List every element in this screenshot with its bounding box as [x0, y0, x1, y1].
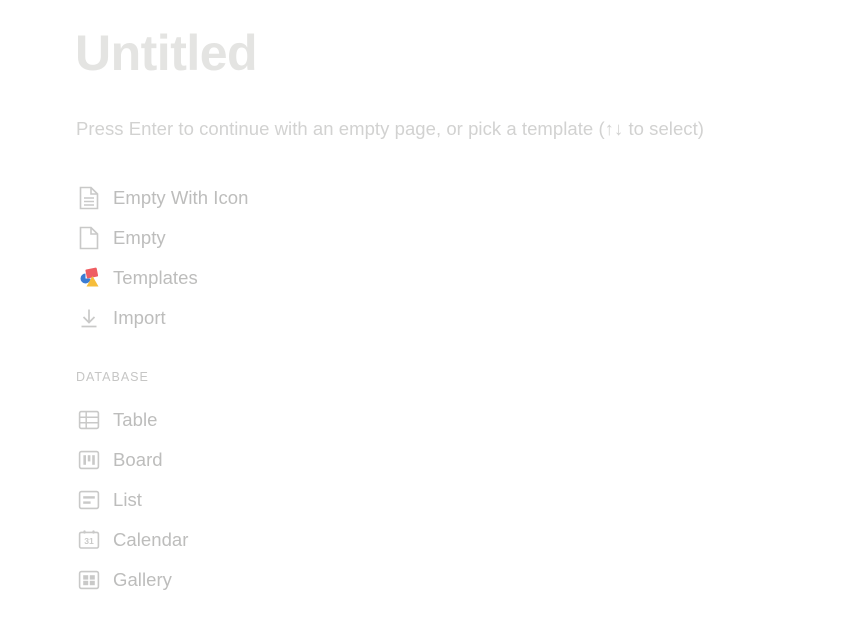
download-arrow-icon [76, 305, 102, 331]
database-section-header: DATABASE [76, 370, 149, 384]
option-label: Empty [113, 227, 166, 248]
database-option-gallery[interactable]: Gallery [76, 560, 496, 600]
templates-shapes-icon [76, 265, 102, 291]
option-import[interactable]: Import [76, 298, 496, 338]
option-label: Gallery [113, 569, 172, 590]
board-columns-icon [76, 447, 102, 473]
gallery-grid-icon [76, 567, 102, 593]
list-lines-icon [76, 487, 102, 513]
option-label: Templates [113, 267, 198, 288]
new-page-template-picker: Untitled Press Enter to continue with an… [0, 0, 857, 641]
option-label: List [113, 489, 142, 510]
calendar-31-icon: 31 [76, 527, 102, 553]
option-empty[interactable]: Empty [76, 218, 496, 258]
database-option-list[interactable]: List [76, 480, 496, 520]
option-label: Calendar [113, 529, 189, 550]
hint-text: Press Enter to continue with an empty pa… [76, 118, 705, 139]
calendar-day-number: 31 [84, 536, 94, 546]
database-option-calendar[interactable]: 31 Calendar [76, 520, 496, 560]
database-option-table[interactable]: Table [76, 400, 496, 440]
database-option-board[interactable]: Board [76, 440, 496, 480]
option-label: Table [113, 409, 158, 430]
option-templates[interactable]: Templates [76, 258, 496, 298]
page-title[interactable]: Untitled [75, 22, 258, 84]
option-label: Import [113, 307, 166, 328]
database-option-list: Table Board List 31 Calendar Gallery [76, 400, 496, 600]
option-label: Board [113, 449, 163, 470]
document-blank-icon [76, 225, 102, 251]
option-label: Empty With Icon [113, 187, 249, 208]
option-empty-with-icon[interactable]: Empty With Icon [76, 178, 496, 218]
table-grid-icon [76, 407, 102, 433]
document-lines-icon [76, 185, 102, 211]
template-option-list: Empty With Icon Empty Templates Import [76, 178, 496, 338]
